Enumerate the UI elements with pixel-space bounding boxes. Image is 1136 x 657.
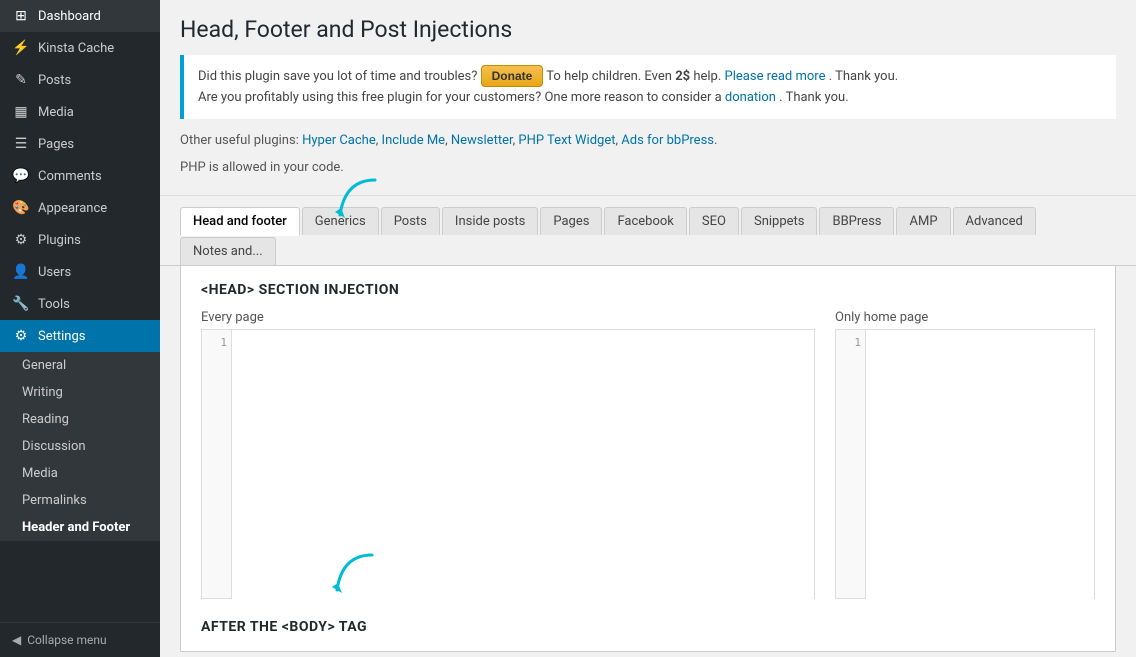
tabs-container: Head and footer Generics Posts Inside po…	[160, 196, 1136, 266]
tab-pages[interactable]: Pages	[540, 207, 602, 235]
sidebar-item-plugins[interactable]: ⚙ Plugins	[0, 224, 160, 256]
submenu-item-media[interactable]: Media	[0, 460, 160, 487]
tab-facebook[interactable]: Facebook	[604, 207, 686, 235]
tab-generics[interactable]: Generics	[302, 207, 379, 235]
tools-icon: 🔧	[12, 296, 30, 312]
submenu-item-header-footer[interactable]: Header and Footer	[0, 514, 160, 541]
editor-row: Every page 1 Only home page 1	[201, 310, 1095, 599]
sidebar-item-media[interactable]: ▦ Media	[0, 96, 160, 128]
every-page-editor: 1	[201, 329, 815, 599]
plugin-link-ads-bbpress[interactable]: Ads for bbPress	[621, 133, 714, 148]
dashboard-icon: ⊞	[12, 8, 30, 24]
collapse-menu-button[interactable]: ◀ Collapse menu	[0, 622, 160, 657]
tab-seo[interactable]: SEO	[689, 207, 739, 235]
page-header: Head, Footer and Post Injections Did thi…	[160, 0, 1136, 196]
after-body-title: AFTER THE <BODY> TAG	[201, 619, 1095, 635]
sidebar-item-posts[interactable]: ✎ Posts	[0, 64, 160, 96]
notice-box: Did this plugin save you lot of time and…	[180, 55, 1116, 119]
useful-plugins: Other useful plugins: Hyper Cache, Inclu…	[180, 129, 1116, 156]
only-home-editor-block: Only home page 1	[835, 310, 1095, 599]
notice-line2: Are you profitably using this free plugi…	[198, 88, 1102, 109]
tab-amp[interactable]: AMP	[896, 207, 950, 235]
tab-snippets[interactable]: Snippets	[741, 207, 818, 235]
submenu-item-writing[interactable]: Writing	[0, 379, 160, 406]
every-page-editor-block: Every page 1	[201, 310, 815, 599]
users-icon: 👤	[12, 264, 30, 280]
sidebar: ⊞ Dashboard ⚡ Kinsta Cache ✎ Posts ▦ Med…	[0, 0, 160, 657]
every-page-textarea[interactable]	[232, 330, 814, 600]
submenu-item-permalinks[interactable]: Permalinks	[0, 487, 160, 514]
comments-icon: 💬	[12, 168, 30, 184]
tab-head-footer[interactable]: Head and footer	[180, 207, 300, 236]
content-area: <HEAD> SECTION INJECTION Every page 1 On…	[180, 266, 1116, 652]
every-page-label: Every page	[201, 310, 815, 325]
line-numbers: 1	[202, 330, 232, 598]
sidebar-item-appearance[interactable]: 🎨 Appearance	[0, 192, 160, 224]
only-home-editor: 1	[835, 329, 1095, 599]
tab-posts[interactable]: Posts	[381, 207, 440, 235]
donate-button[interactable]: Donate	[481, 65, 544, 87]
sidebar-item-kinsta-cache[interactable]: ⚡ Kinsta Cache	[0, 32, 160, 64]
only-home-line-numbers: 1	[836, 330, 866, 598]
collapse-icon: ◀	[12, 633, 21, 647]
settings-submenu: General Writing Reading Discussion Media…	[0, 352, 160, 541]
sidebar-item-tools[interactable]: 🔧 Tools	[0, 288, 160, 320]
sidebar-item-pages[interactable]: ☰ Pages	[0, 128, 160, 160]
submenu-item-general[interactable]: General	[0, 352, 160, 379]
only-home-label: Only home page	[835, 310, 1095, 325]
sidebar-item-settings[interactable]: ⚙ Settings	[0, 320, 160, 352]
sidebar-item-comments[interactable]: 💬 Comments	[0, 160, 160, 192]
plugin-link-include-me[interactable]: Include Me	[382, 133, 446, 148]
settings-icon: ⚙	[12, 328, 30, 344]
sidebar-item-dashboard[interactable]: ⊞ Dashboard	[0, 0, 160, 32]
main-content: Head, Footer and Post Injections Did thi…	[160, 0, 1136, 657]
donation-link[interactable]: donation	[725, 90, 776, 105]
posts-icon: ✎	[12, 72, 30, 88]
media-icon: ▦	[12, 104, 30, 120]
submenu-item-discussion[interactable]: Discussion	[0, 433, 160, 460]
plugin-link-php-text-widget[interactable]: PHP Text Widget	[518, 133, 615, 148]
tab-inside-posts[interactable]: Inside posts	[442, 207, 538, 235]
pages-icon: ☰	[12, 136, 30, 152]
submenu-item-reading[interactable]: Reading	[0, 406, 160, 433]
appearance-icon: 🎨	[12, 200, 30, 216]
tab-bbpress[interactable]: BBPress	[819, 207, 894, 235]
plugins-icon: ⚙	[12, 232, 30, 248]
head-section-title: <HEAD> SECTION INJECTION	[201, 282, 1095, 298]
php-notice: PHP is allowed in your code.	[180, 156, 1116, 185]
kinsta-cache-icon: ⚡	[12, 40, 30, 56]
plugin-link-newsletter[interactable]: Newsletter	[451, 133, 513, 148]
plugin-link-hyper-cache[interactable]: Hyper Cache	[302, 133, 376, 148]
notice-line1: Did this plugin save you lot of time and…	[198, 65, 1102, 88]
read-more-link[interactable]: Please read more	[725, 69, 826, 84]
sidebar-item-users[interactable]: 👤 Users	[0, 256, 160, 288]
tab-notes[interactable]: Notes and...	[180, 237, 276, 265]
page-title: Head, Footer and Post Injections	[180, 16, 1116, 43]
tab-advanced[interactable]: Advanced	[953, 207, 1036, 235]
only-home-textarea[interactable]	[866, 330, 1094, 600]
